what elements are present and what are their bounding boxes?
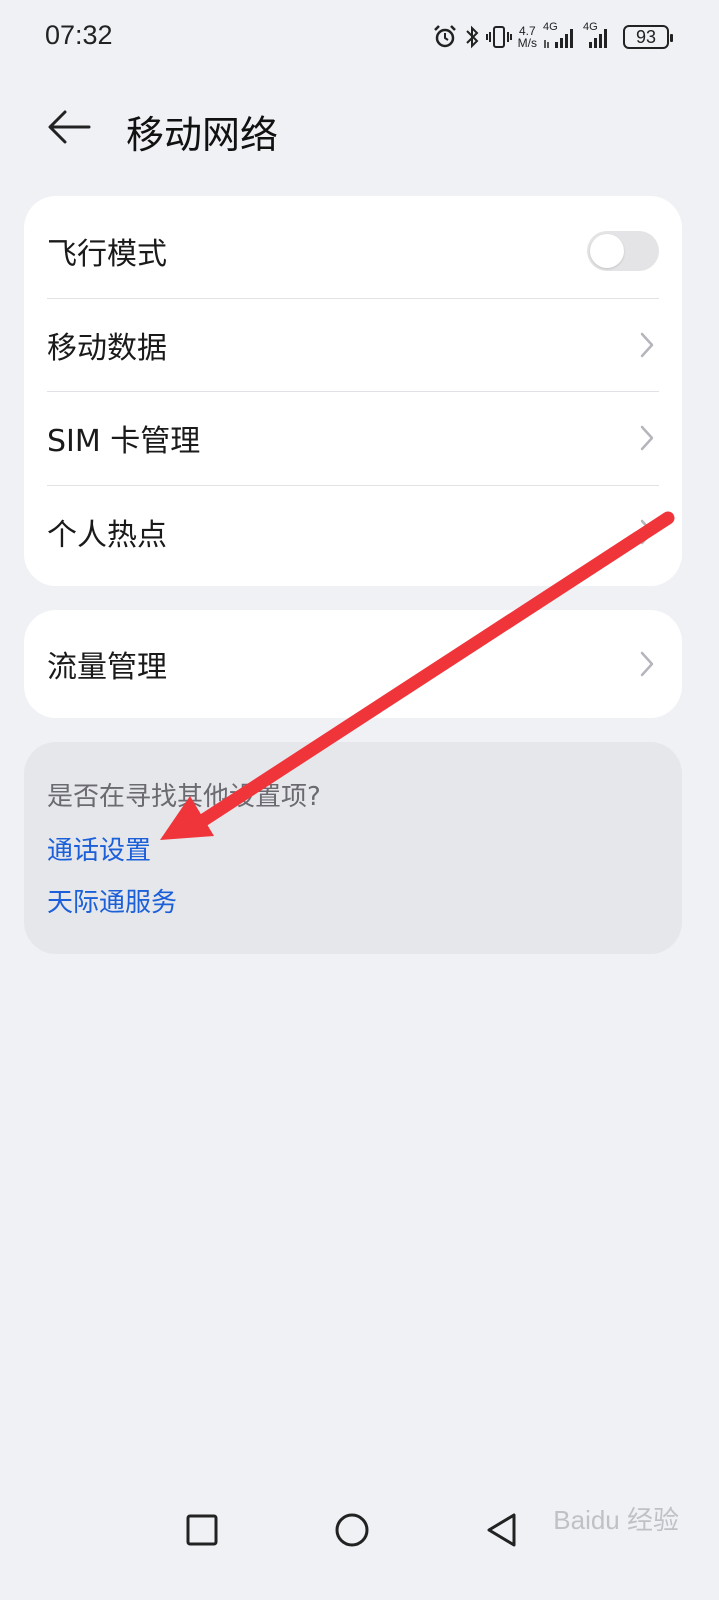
row-traffic-management[interactable]: 流量管理 [47, 617, 659, 711]
recent-apps-button[interactable] [180, 1508, 224, 1552]
toggle-knob [590, 234, 624, 268]
chevron-right-icon [640, 519, 654, 545]
home-button[interactable] [330, 1508, 374, 1552]
bluetooth-icon [464, 24, 480, 50]
row-label: 流量管理 [47, 650, 167, 685]
alarm-icon [432, 24, 458, 50]
chevron-right-icon [640, 425, 654, 451]
chevron-right-icon [640, 332, 654, 358]
back-arrow-icon [47, 109, 91, 149]
row-label: 移动数据 [47, 331, 167, 366]
traffic-card: 流量管理 [24, 610, 682, 718]
square-nav-icon [186, 1514, 218, 1546]
link-skytone-service[interactable]: 天际通服务 [47, 882, 177, 919]
vibrate-icon [485, 24, 512, 50]
airplane-mode-toggle[interactable] [587, 231, 659, 271]
signal-icon-2: 4G [583, 21, 617, 50]
status-icons: 4.7 M/s 4G 4G 93 [432, 21, 673, 52]
row-label: 个人热点 [47, 518, 167, 553]
row-label: SIM 卡管理 [47, 424, 201, 459]
suggestions-card: 是否在寻找其他设置项? 通话设置 天际通服务 [24, 742, 682, 954]
main-settings-card: 飞行模式 移动数据 SIM 卡管理 个人热点 [24, 196, 682, 586]
page-title: 移动网络 [126, 113, 279, 157]
row-label: 飞行模式 [47, 237, 167, 272]
battery-icon: 93 [623, 25, 673, 49]
row-personal-hotspot[interactable]: 个人热点 [47, 485, 659, 579]
suggestions-title: 是否在寻找其他设置项? [47, 782, 321, 812]
back-nav-button[interactable] [480, 1508, 524, 1552]
chevron-right-icon [640, 651, 654, 677]
link-call-settings[interactable]: 通话设置 [47, 830, 151, 867]
status-bar: 07:32 4.7 M/s 4G 4G 93 [0, 0, 719, 76]
net-speed: 4.7 M/s [517, 24, 537, 50]
row-mobile-data[interactable]: 移动数据 [47, 298, 659, 392]
circle-nav-icon [335, 1513, 369, 1547]
header: 移动网络 [0, 90, 719, 166]
watermark: Baidu 经验 [553, 1505, 679, 1535]
back-button[interactable] [44, 104, 94, 154]
triangle-nav-icon [487, 1513, 516, 1547]
signal-icon: 4G [543, 21, 577, 50]
row-sim-management[interactable]: SIM 卡管理 [47, 391, 659, 485]
status-time: 07:32 [45, 20, 113, 50]
row-airplane-mode[interactable]: 飞行模式 [47, 204, 659, 298]
